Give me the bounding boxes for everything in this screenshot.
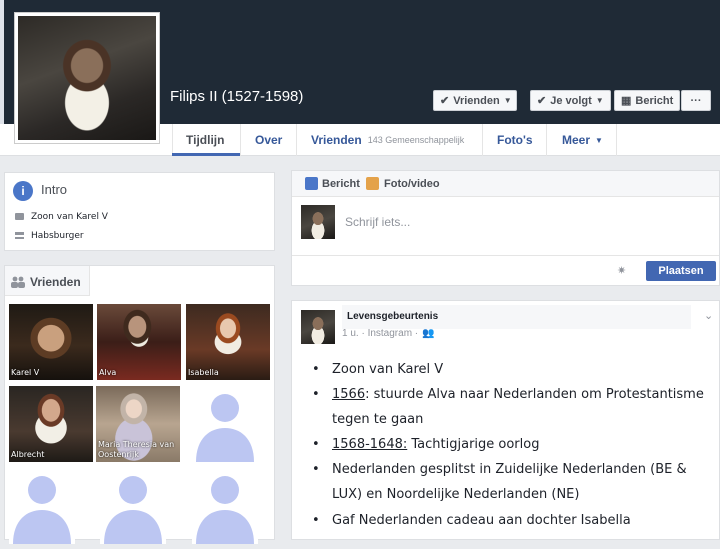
briefcase-icon — [15, 213, 24, 220]
message-button[interactable]: ▦ Bericht — [614, 90, 680, 111]
tab-photos[interactable]: Foto's — [497, 124, 533, 156]
bullet-dot: • — [312, 513, 320, 528]
bullet-dot: • — [312, 362, 320, 377]
tab-divider — [240, 124, 241, 156]
tab-divider — [172, 124, 173, 156]
bullet-text: Gaf Nederlanden cadeau aan dochter Isabe… — [332, 513, 631, 528]
post-bullet: • 1568-1648: Tachtigjarige oorlog — [312, 437, 539, 452]
friend-placeholder-avatar[interactable] — [192, 386, 258, 462]
intro-item-1: Zoon van Karel V — [31, 212, 108, 222]
tab-about[interactable]: Over — [255, 124, 282, 156]
bullet-date: 1568-1648: — [332, 437, 408, 452]
tab-friends-label: Vrienden — [311, 133, 362, 147]
tab-more[interactable]: Meer ▼ — [562, 124, 603, 156]
intro-card: i Intro Zoon van Karel V Habsburger — [4, 172, 275, 251]
composer-input[interactable]: Schrijf iets... — [345, 215, 410, 229]
tab-about-label: Over — [255, 133, 283, 147]
info-icon: i — [13, 181, 33, 201]
friend-placeholder-avatar[interactable] — [9, 468, 75, 544]
following-button-label: Je volgt — [550, 94, 592, 107]
friend-placeholder-avatar[interactable] — [192, 468, 258, 544]
post-bullet: • 1566: stuurde Alva naar Nederlanden om… — [312, 387, 712, 432]
post-title-bar: Levensgebeurtenis — [342, 305, 691, 329]
friend-name: Karel V — [11, 368, 40, 377]
tab-divider — [616, 124, 617, 156]
pencil-icon — [305, 177, 318, 190]
tab-more-label: Meer — [562, 133, 591, 147]
friends-button[interactable]: ✔ Vrienden ▼ — [433, 90, 517, 111]
following-button[interactable]: ✔ Je volgt ▼ — [530, 90, 611, 111]
profile-name[interactable]: Filips II (1527-1598) — [170, 88, 303, 105]
bullet-text: Nederlanden gesplitst in Zuidelijke Nede… — [332, 462, 687, 502]
tab-divider — [296, 124, 297, 156]
tab-divider — [482, 124, 483, 156]
caret-down-icon: ▼ — [503, 96, 512, 105]
friends-icon — [11, 275, 25, 288]
tab-friends[interactable]: Vrienden 143 Gemeenschappelijk — [311, 124, 464, 156]
bullet-content: 1566: stuurde Alva naar Nederlanden om P… — [332, 382, 712, 432]
message-icon: ▦ — [621, 95, 632, 107]
chevron-down-icon[interactable]: ⌄ — [704, 309, 713, 322]
message-button-label: Bericht — [635, 94, 674, 107]
bullet-text: Zoon van Karel V — [332, 362, 444, 377]
composer-post-tab[interactable]: Bericht — [322, 178, 360, 190]
bullet-text: : stuurde Alva naar Nederlanden om Prote… — [332, 387, 704, 427]
tab-photos-label: Foto's — [497, 133, 533, 147]
bullet-date: 1566 — [332, 387, 366, 402]
friend-name: Alva — [99, 368, 117, 377]
post-button[interactable]: Plaatsen — [646, 261, 716, 281]
friend-tile[interactable]: Karel V — [9, 304, 93, 380]
tab-timeline[interactable]: Tijdlijn — [186, 124, 224, 156]
cover-edge — [0, 0, 4, 124]
friend-tile[interactable]: Isabella — [186, 304, 270, 380]
composer-photo-tab[interactable]: Foto/video — [384, 178, 440, 190]
friend-tile[interactable]: Albrecht — [9, 386, 93, 462]
tab-timeline-label: Tijdlijn — [186, 133, 225, 147]
bullet-dot: • — [312, 387, 320, 402]
settings-icon[interactable]: ✷ — [617, 264, 626, 277]
mutual-friends-count: 143 Gemeenschappelijk — [367, 135, 465, 145]
friend-tile[interactable]: Alva — [97, 304, 181, 380]
post-meta: 1 u. · Instagram · — [342, 328, 419, 339]
institution-icon — [15, 232, 24, 239]
caret-down-icon: ▼ — [595, 135, 603, 145]
composer-avatar — [301, 205, 335, 239]
post-bullet: • Zoon van Karel V — [312, 362, 443, 377]
photo-icon — [366, 177, 379, 190]
post-title[interactable]: Levensgebeurtenis — [347, 311, 438, 322]
friend-name: Albrecht — [11, 450, 45, 459]
bullet-dot: • — [312, 437, 320, 452]
check-icon: ✔ — [440, 95, 450, 107]
friends-title: Vrienden — [30, 275, 81, 289]
audience-icon: 👥 — [422, 328, 435, 339]
profile-portrait — [18, 16, 156, 140]
friends-button-label: Vrienden — [453, 94, 500, 107]
friends-header[interactable]: Vrienden — [5, 266, 90, 296]
profile-picture[interactable] — [14, 12, 160, 144]
friend-name: Maria Theresia van Oostenrijk — [98, 440, 175, 459]
caret-down-icon: ▼ — [595, 96, 604, 105]
bullet-dot: • — [312, 462, 320, 477]
intro-title: Intro — [41, 182, 68, 197]
post-bullet: • Nederlanden gesplitst in Zuidelijke Ne… — [312, 462, 712, 507]
friends-card: Vrienden Karel V Alva Isabella Albrecht … — [4, 265, 275, 544]
active-tab-indicator — [172, 153, 240, 156]
bullet-content: 1568-1648: Tachtigjarige oorlog — [332, 437, 539, 452]
friend-placeholder-avatar[interactable] — [100, 468, 166, 544]
more-options-button[interactable]: ··· — [681, 90, 711, 111]
post-bullet: • Gaf Nederlanden cadeau aan dochter Isa… — [312, 513, 631, 528]
check-icon: ✔ — [537, 95, 547, 107]
post-author-avatar[interactable] — [301, 310, 335, 344]
friend-tile[interactable]: Maria Theresia van Oostenrijk — [96, 386, 180, 462]
intro-item-2: Habsburger — [31, 231, 84, 241]
composer-divider — [292, 255, 719, 256]
more-options-label: ··· — [690, 94, 702, 107]
friend-name: Isabella — [188, 368, 219, 377]
tab-divider — [546, 124, 547, 156]
bullet-text: Tachtigjarige oorlog — [407, 437, 540, 452]
composer-card: Bericht Foto/video Schrijf iets... ✷ Pla… — [291, 170, 720, 286]
